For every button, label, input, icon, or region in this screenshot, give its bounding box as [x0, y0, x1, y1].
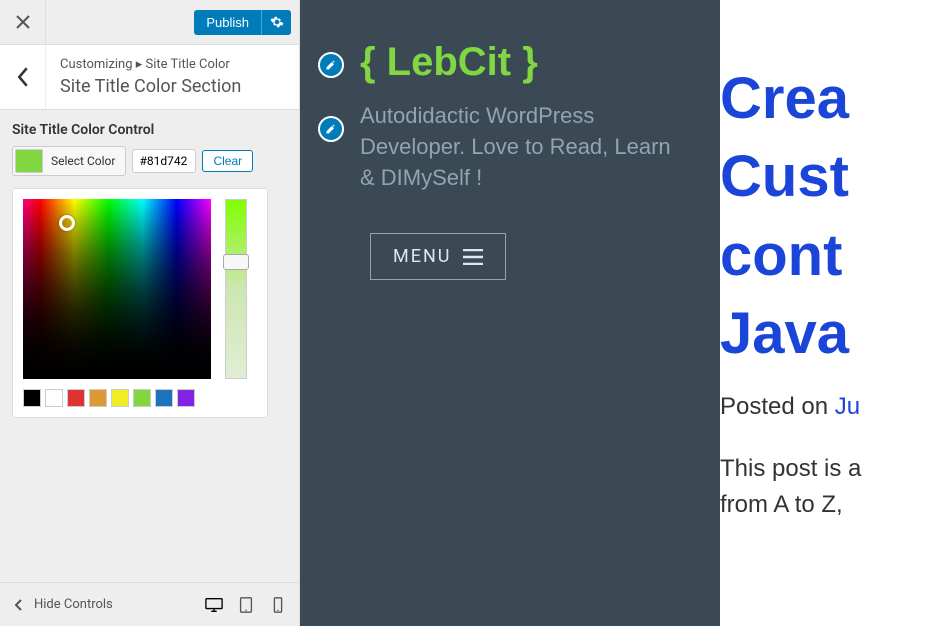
publish-button[interactable]: Publish [194, 10, 261, 35]
device-toggles [205, 596, 287, 614]
desktop-icon [205, 596, 223, 614]
site-tagline[interactable]: Autodidactic WordPress Developer. Love t… [360, 101, 690, 193]
color-hex-input[interactable] [132, 149, 196, 173]
customizer-panel: Publish Customizing ▸ Site Title Color S… [0, 0, 300, 626]
palette-swatch[interactable] [177, 389, 195, 407]
hide-controls-button[interactable]: Hide Controls [12, 597, 113, 612]
palette-swatch[interactable] [111, 389, 129, 407]
clear-button[interactable]: Clear [202, 150, 253, 172]
menu-button[interactable]: MENU [370, 233, 506, 280]
close-button[interactable] [0, 0, 46, 44]
top-bar: Publish [0, 0, 299, 45]
edit-shortcut-tagline[interactable] [318, 116, 344, 142]
edit-shortcut-title[interactable] [318, 52, 344, 78]
chevron-left-icon [16, 67, 30, 87]
palette-swatch[interactable] [67, 389, 85, 407]
palette-swatch[interactable] [133, 389, 151, 407]
section-header: Customizing ▸ Site Title Color Site Titl… [0, 45, 299, 110]
breadcrumb-current: Site Title Color [146, 57, 230, 72]
device-mobile-button[interactable] [269, 596, 287, 614]
palette-swatch[interactable] [45, 389, 63, 407]
breadcrumb: Customizing ▸ Site Title Color [60, 57, 285, 72]
post-title[interactable]: Crea Cust cont Java [720, 60, 939, 373]
publish-group: Publish [194, 10, 291, 35]
device-tablet-button[interactable] [237, 596, 255, 614]
color-row: Select Color Clear [12, 146, 287, 176]
select-color-label: Select Color [47, 154, 123, 168]
site-title[interactable]: { LebCit } [360, 40, 690, 85]
device-desktop-button[interactable] [205, 596, 223, 614]
menu-label: MENU [393, 246, 451, 267]
publish-settings-button[interactable] [261, 10, 291, 35]
preview-frame: { LebCit } Autodidactic WordPress Develo… [300, 0, 939, 626]
palette-swatch[interactable] [23, 389, 41, 407]
palette-swatch[interactable] [155, 389, 173, 407]
post-body: This post is a from A to Z, [720, 451, 939, 523]
close-icon [16, 15, 30, 29]
color-picker [12, 188, 268, 418]
breadcrumb-sep: ▸ [136, 57, 143, 72]
hue-slider[interactable] [225, 199, 247, 379]
section-title: Site Title Color Section [60, 76, 285, 97]
post-date-link[interactable]: Ju [835, 393, 860, 420]
controls-area: Site Title Color Control Select Color Cl… [0, 110, 299, 430]
mobile-icon [269, 596, 287, 614]
pencil-icon [325, 123, 337, 135]
control-label: Site Title Color Control [12, 122, 287, 138]
collapse-left-icon [12, 598, 26, 612]
preview-content: Crea Cust cont Java Posted on Ju This po… [720, 0, 939, 626]
hide-controls-label: Hide Controls [34, 597, 113, 612]
hamburger-icon [463, 249, 483, 265]
select-color-button[interactable]: Select Color [12, 146, 126, 176]
breadcrumb-root: Customizing [60, 57, 133, 72]
post-meta: Posted on Ju [720, 393, 939, 421]
saturation-handle[interactable] [59, 215, 75, 231]
back-button[interactable] [0, 45, 46, 109]
pencil-icon [325, 59, 337, 71]
saturation-box[interactable] [23, 199, 211, 379]
posted-on-label: Posted on [720, 393, 835, 420]
hue-handle[interactable] [223, 254, 249, 270]
palette-row [23, 389, 257, 407]
tablet-icon [237, 596, 255, 614]
current-color-swatch [15, 149, 43, 173]
customizer-footer: Hide Controls [0, 582, 299, 626]
breadcrumb-area: Customizing ▸ Site Title Color Site Titl… [46, 45, 299, 109]
preview-sidebar: { LebCit } Autodidactic WordPress Develo… [300, 0, 720, 626]
gear-icon [270, 15, 284, 29]
palette-swatch[interactable] [89, 389, 107, 407]
